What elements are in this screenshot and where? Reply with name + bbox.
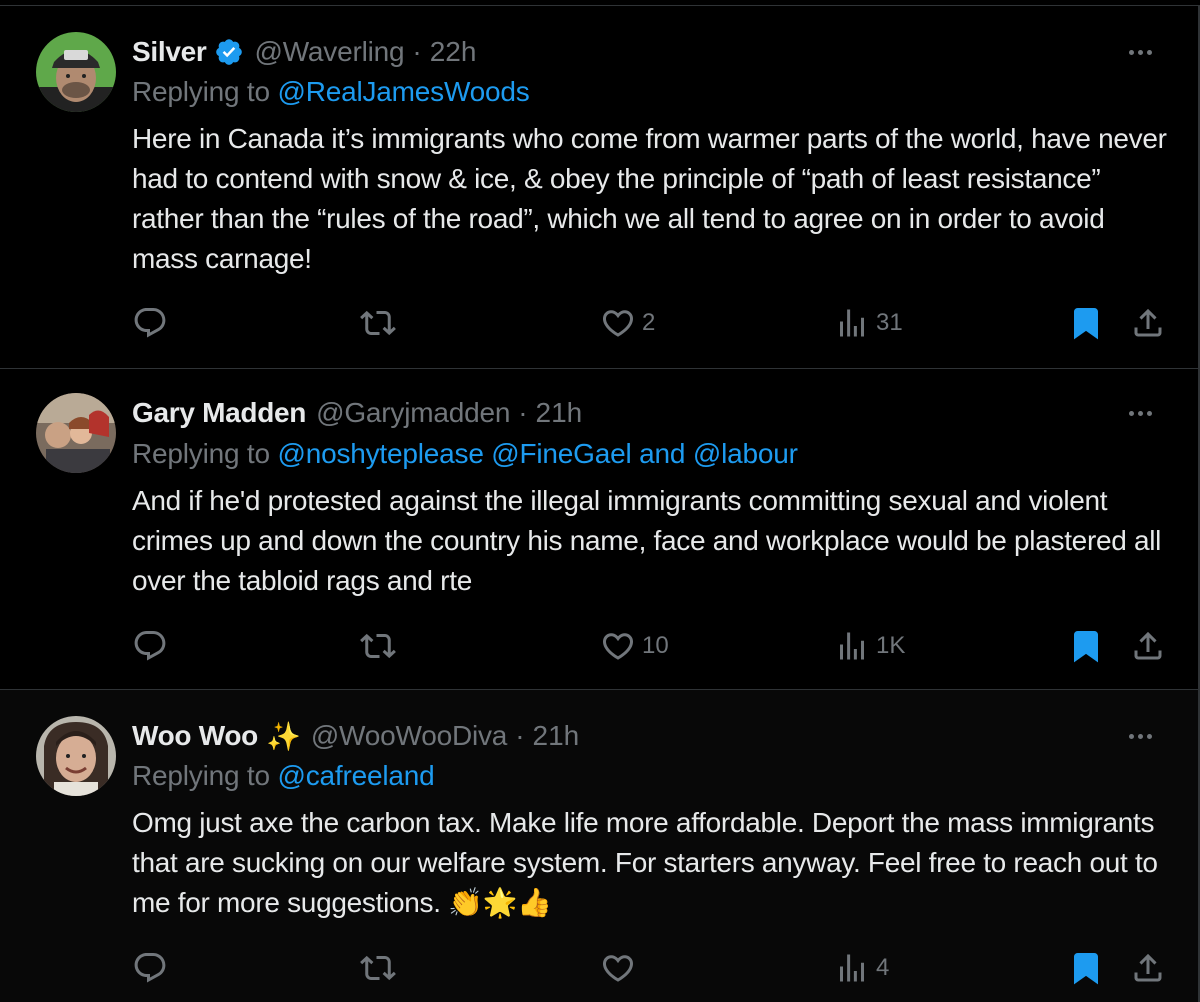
bookmark-button[interactable] — [1068, 948, 1104, 988]
timestamp[interactable]: 21h — [533, 720, 580, 752]
repost-icon — [360, 955, 396, 981]
share-icon — [1134, 308, 1162, 337]
like-icon — [602, 633, 634, 660]
action-bar: 4 — [132, 948, 1172, 988]
like-count: 10 — [642, 632, 669, 659]
tweet-header: Gary Madden @Garyjmadden · 21h — [132, 393, 582, 433]
mention-joiner: and — [639, 438, 686, 469]
share-button[interactable] — [1130, 303, 1166, 343]
share-button[interactable] — [1130, 626, 1166, 666]
share-icon — [1134, 953, 1162, 982]
tweet[interactable]: Gary Madden @Garyjmadden · 21h Replying … — [0, 369, 1200, 689]
user-handle[interactable]: @Garyjmadden — [316, 397, 510, 429]
action-bar: 2 31 — [132, 303, 1172, 343]
reply-icon — [134, 308, 166, 338]
action-bar: 10 1K — [132, 626, 1172, 666]
bookmark-button[interactable] — [1068, 626, 1104, 666]
separator-dot: · — [518, 397, 528, 428]
mention-link[interactable]: @FineGael — [491, 438, 631, 469]
views-icon — [840, 632, 864, 660]
separator-dot: · — [412, 36, 422, 67]
share-icon — [1134, 631, 1162, 660]
views-button[interactable]: 31 — [834, 303, 903, 343]
views-button[interactable]: 4 — [834, 948, 889, 988]
display-name[interactable]: Woo Woo — [132, 720, 258, 752]
like-icon — [602, 955, 634, 982]
timestamp[interactable]: 21h — [536, 397, 583, 429]
user-handle[interactable]: @WooWooDiva — [311, 720, 508, 752]
like-count: 2 — [642, 309, 656, 336]
more-icon[interactable] — [1122, 401, 1158, 425]
repost-icon — [360, 310, 396, 336]
bookmark-icon — [1074, 953, 1098, 985]
separator-dot: · — [515, 720, 525, 751]
view-count: 4 — [876, 954, 890, 981]
mention-link[interactable]: @RealJamesWoods — [277, 76, 529, 107]
like-button[interactable]: 10 — [600, 626, 669, 666]
reply-button[interactable] — [132, 626, 174, 666]
replying-to: Replying to @cafreeland — [132, 760, 435, 792]
reply-icon — [134, 631, 166, 661]
replying-to-label: Replying to — [132, 438, 270, 469]
verified-badge-icon — [214, 37, 244, 67]
mention-link[interactable]: @labour — [693, 438, 798, 469]
reply-button[interactable] — [132, 303, 174, 343]
tweet-text-content: Omg just axe the carbon tax. Make life m… — [132, 807, 1158, 918]
view-count: 31 — [876, 309, 903, 336]
views-button[interactable]: 1K — [834, 626, 905, 666]
bookmark-icon — [1074, 308, 1098, 340]
mention-link[interactable]: @noshyteplease — [277, 438, 483, 469]
tweet[interactable]: Silver @Waverling · 22h Replying to @Rea… — [0, 6, 1200, 368]
views-icon — [840, 309, 864, 337]
more-icon[interactable] — [1122, 40, 1158, 64]
tweet-text: Here in Canada it’s immigrants who come … — [132, 123, 1167, 274]
emoji-sequence: 👏🌟👍 — [448, 887, 552, 918]
like-icon — [602, 310, 634, 337]
display-name[interactable]: Silver — [132, 36, 207, 68]
view-count: 1K — [876, 632, 906, 659]
user-handle[interactable]: @Waverling — [254, 36, 404, 68]
replying-to: Replying to @noshyteplease @FineGael and… — [132, 438, 798, 470]
like-button[interactable] — [600, 948, 642, 988]
sparkles-icon: ✨ — [265, 720, 301, 752]
timestamp[interactable]: 22h — [430, 36, 477, 68]
tweet-text: Omg just axe the carbon tax. Make life m… — [132, 803, 1172, 923]
mention-link[interactable]: @cafreeland — [277, 760, 434, 791]
more-icon[interactable] — [1122, 724, 1158, 748]
avatar-image — [36, 716, 116, 796]
tweet-header: Woo Woo ✨ @WooWooDiva · 21h — [132, 716, 579, 756]
replying-to: Replying to @RealJamesWoods — [132, 76, 530, 108]
reply-feed: Silver @Waverling · 22h Replying to @Rea… — [0, 0, 1200, 1002]
avatar-image — [36, 393, 116, 473]
share-button[interactable] — [1130, 948, 1166, 988]
bookmark-icon — [1074, 631, 1098, 663]
bookmark-button[interactable] — [1068, 303, 1104, 343]
tweet-text: And if he'd protested against the illega… — [132, 485, 1162, 596]
reply-button[interactable] — [132, 948, 174, 988]
avatar[interactable] — [36, 393, 116, 473]
repost-button[interactable] — [360, 948, 402, 988]
like-button[interactable]: 2 — [600, 303, 655, 343]
replying-to-label: Replying to — [132, 760, 270, 791]
tweet[interactable]: Woo Woo ✨ @WooWooDiva · 21h Replying to … — [0, 690, 1200, 1002]
reply-icon — [134, 953, 166, 983]
views-icon — [840, 954, 864, 982]
avatar-image — [36, 32, 116, 112]
replying-to-label: Replying to — [132, 76, 270, 107]
repost-button[interactable] — [360, 626, 402, 666]
display-name[interactable]: Gary Madden — [132, 397, 306, 429]
avatar[interactable] — [36, 32, 116, 112]
avatar[interactable] — [36, 716, 116, 796]
tweet-header: Silver @Waverling · 22h — [132, 32, 476, 72]
repost-button[interactable] — [360, 303, 402, 343]
repost-icon — [360, 633, 396, 659]
